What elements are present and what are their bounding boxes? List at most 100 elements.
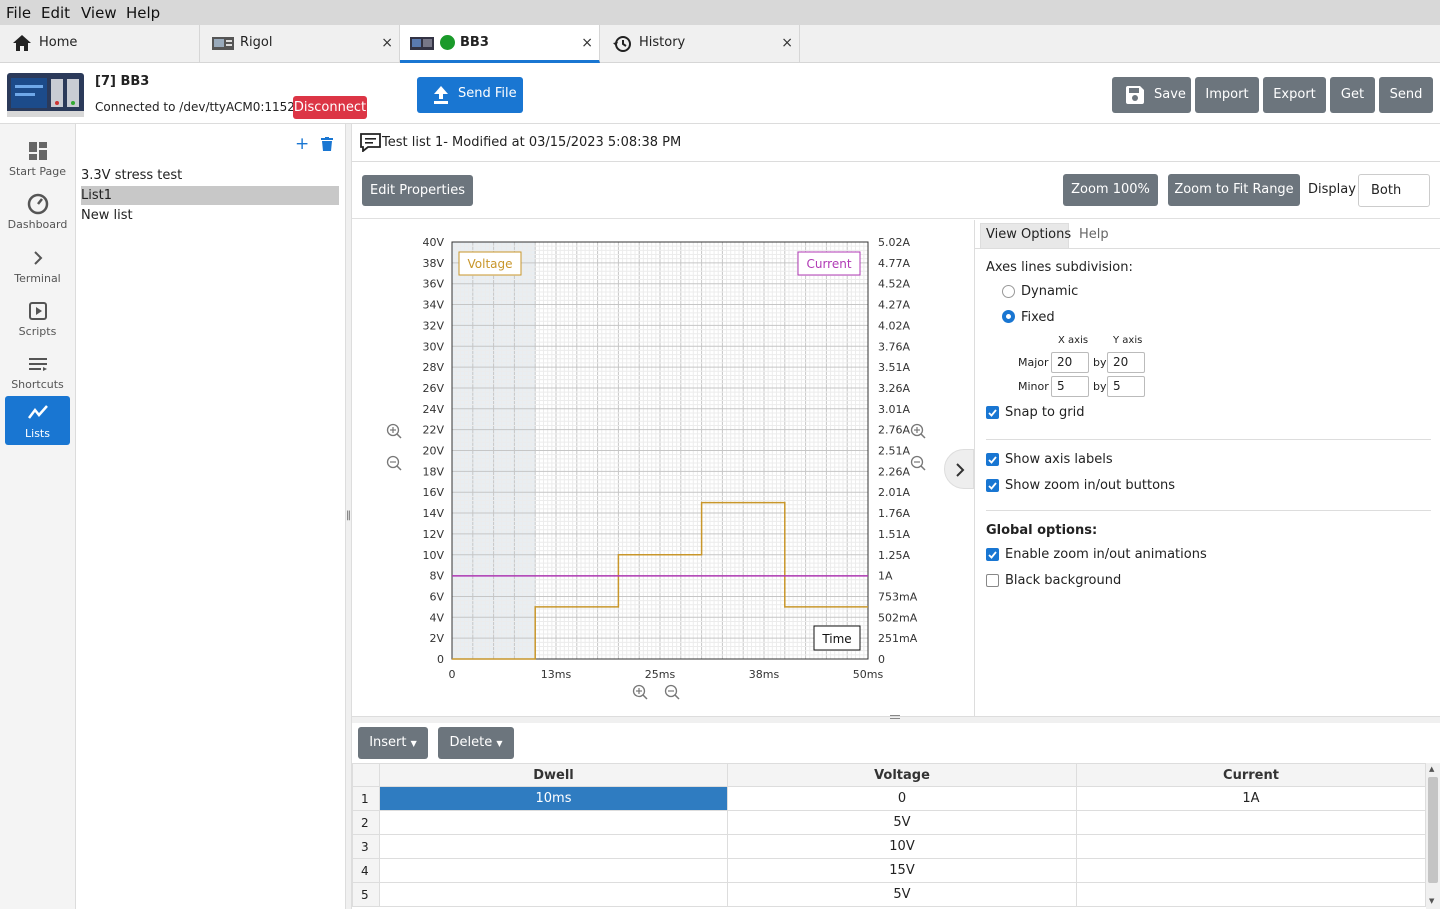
list-item[interactable]: 3.3V stress test (81, 166, 339, 185)
current-cell[interactable] (1076, 858, 1426, 883)
horizontal-splitter[interactable] (352, 715, 1440, 723)
current-cell[interactable] (1076, 834, 1426, 859)
voltage-cell[interactable]: 5V (727, 882, 1077, 907)
nav-scripts[interactable]: Scripts (5, 292, 70, 342)
row-number: 4 (352, 858, 380, 883)
by-label: by (1093, 356, 1107, 369)
display-select[interactable]: Both (1358, 174, 1430, 207)
dwell-cell[interactable] (379, 882, 728, 907)
disconnect-button[interactable]: Disconnect (293, 96, 367, 119)
tab-help[interactable]: Help (1079, 227, 1109, 242)
nav-start-page[interactable]: Start Page (5, 132, 70, 182)
close-icon[interactable]: × (781, 35, 793, 51)
dwell-cell[interactable] (379, 810, 728, 835)
send-button[interactable]: Send (1379, 77, 1433, 113)
table-row: 4 15V (352, 858, 1426, 883)
voltage-cell[interactable]: 10V (727, 834, 1077, 859)
send-file-button[interactable]: Send File (417, 77, 523, 113)
y-right-tick-label: 2.51A (878, 445, 910, 458)
trash-icon[interactable] (321, 137, 333, 151)
left-navigation: Start Page Dashboard Terminal Scripts Sh… (0, 124, 76, 909)
nav-shortcuts[interactable]: Shortcuts (5, 345, 70, 395)
show-axis-labels-checkbox[interactable] (986, 453, 999, 466)
insert-button[interactable]: Insert ▼ (358, 727, 428, 759)
dynamic-label: Dynamic (1021, 284, 1079, 299)
y-left-tick-label: 28V (422, 361, 444, 374)
zoom-in-voltage-icon[interactable] (386, 423, 402, 439)
y-left-tick-label: 36V (422, 278, 444, 291)
enable-animations-checkbox[interactable] (986, 548, 999, 561)
dwell-cell[interactable] (379, 858, 728, 883)
close-icon[interactable]: × (381, 35, 393, 51)
menu-help[interactable]: Help (126, 4, 160, 22)
export-button[interactable]: Export (1263, 77, 1326, 113)
get-button[interactable]: Get (1330, 77, 1375, 113)
current-cell[interactable]: 1A (1076, 786, 1426, 811)
nav-terminal[interactable]: Terminal (5, 239, 70, 289)
tab-bb3[interactable]: BB3 × (400, 25, 600, 63)
dwell-cell[interactable] (379, 834, 728, 859)
tab-history[interactable]: History × (600, 25, 800, 63)
zoom-out-time-icon[interactable] (664, 684, 680, 700)
save-button[interactable]: Save (1112, 77, 1191, 113)
nav-dashboard[interactable]: Dashboard (5, 185, 70, 235)
major-x-input[interactable]: 20 (1051, 352, 1089, 373)
current-cell[interactable] (1076, 810, 1426, 835)
zoom-in-time-icon[interactable] (632, 684, 648, 700)
snap-checkbox[interactable] (986, 406, 999, 419)
nav-label: Lists (25, 427, 50, 440)
voltage-cell[interactable]: 0 (727, 786, 1077, 811)
x-tick-label: 38ms (749, 668, 780, 681)
menu-file[interactable]: File (6, 4, 31, 22)
tab-home[interactable]: Home (0, 25, 200, 63)
minor-x-input[interactable]: 5 (1051, 376, 1089, 397)
major-y-input[interactable]: 20 (1107, 352, 1145, 373)
list-item[interactable]: List1 (81, 186, 339, 205)
delete-label: Delete (449, 735, 493, 750)
current-cell[interactable] (1076, 882, 1426, 907)
zoom-100-button[interactable]: Zoom 100% (1063, 174, 1158, 206)
list-chart[interactable]: 40V 38V 36V 34V 32V 30V 28V 26V 24V 22V 20V 18V 16V 1… (352, 220, 967, 716)
dynamic-radio[interactable] (1002, 285, 1015, 298)
zoom-out-voltage-icon[interactable] (386, 455, 402, 471)
table-scrollbar[interactable]: ▲ ▼ (1426, 763, 1440, 909)
voltage-cell[interactable]: 5V (727, 810, 1077, 835)
delete-button[interactable]: Delete ▼ (438, 727, 514, 759)
menu-edit[interactable]: Edit (41, 4, 70, 22)
row-number: 5 (352, 882, 380, 907)
zoom-out-current-icon[interactable] (910, 455, 926, 471)
x-tick-label: 25ms (645, 668, 676, 681)
list-item[interactable]: New list (81, 206, 339, 225)
tab-rigol[interactable]: Rigol × (200, 25, 400, 63)
y-left-tick-label: 10V (422, 549, 444, 562)
y-right-tick-label: 1.76A (878, 507, 910, 520)
y-right-tick-label: 4.52A (878, 278, 910, 291)
gauge-icon (27, 193, 49, 215)
vertical-splitter[interactable]: ‖ (345, 124, 352, 909)
zoom-in-current-icon[interactable] (910, 423, 926, 439)
fixed-radio[interactable] (1002, 310, 1015, 323)
column-header-voltage[interactable]: Voltage (727, 763, 1077, 787)
y-right-tick-label: 3.26A (878, 382, 910, 395)
tab-view-options[interactable]: View Options (986, 227, 1071, 242)
voltage-cell[interactable]: 15V (727, 858, 1077, 883)
minor-y-input[interactable]: 5 (1107, 376, 1145, 397)
import-button[interactable]: Import (1195, 77, 1259, 113)
add-list-icon[interactable]: + (295, 134, 309, 154)
nav-lists[interactable]: Lists (5, 396, 70, 445)
zoom-fit-button[interactable]: Zoom to Fit Range (1168, 174, 1300, 206)
upload-icon (434, 86, 448, 104)
save-icon (1126, 86, 1144, 104)
y-left-tick-label: 12V (422, 528, 444, 541)
chevron-right-icon (34, 251, 43, 265)
menu-view[interactable]: View (81, 4, 117, 22)
edit-properties-button[interactable]: Edit Properties (362, 175, 473, 206)
dwell-cell[interactable]: 10ms (379, 786, 728, 811)
column-header-current[interactable]: Current (1076, 763, 1426, 787)
show-zoom-checkbox[interactable] (986, 479, 999, 492)
history-icon (613, 36, 631, 52)
list-title: Test list 1- Modified at 03/15/2023 5:08… (382, 135, 682, 150)
black-background-checkbox[interactable] (986, 574, 999, 587)
close-icon[interactable]: × (581, 35, 593, 51)
column-header-dwell[interactable]: Dwell (379, 763, 728, 787)
